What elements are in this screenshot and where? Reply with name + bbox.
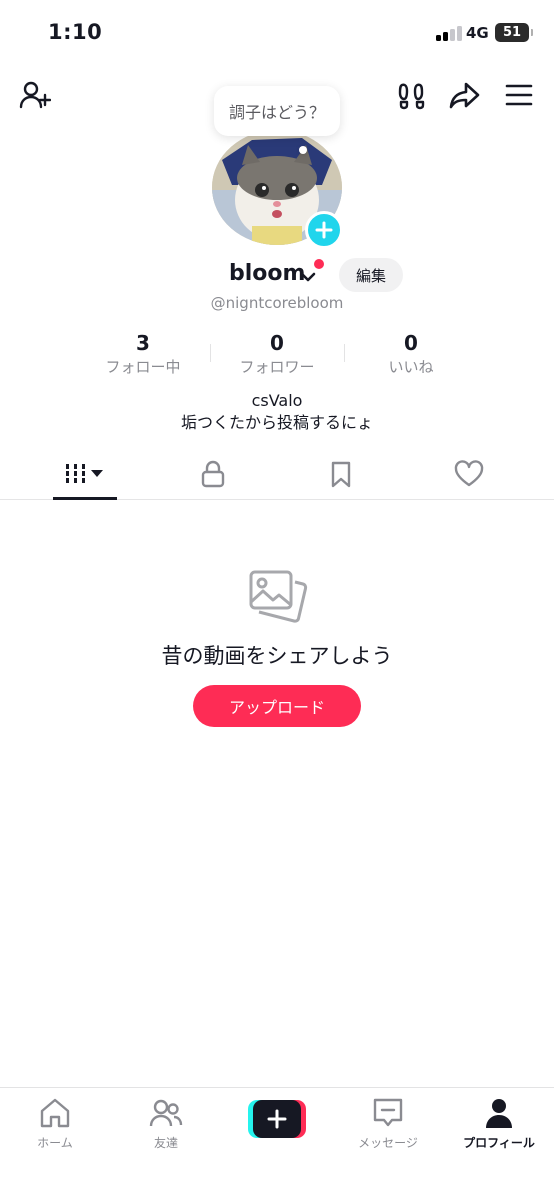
tab-videos[interactable] xyxy=(53,456,117,492)
profile-icon xyxy=(486,1099,512,1128)
stat-value: 0 xyxy=(404,331,418,355)
name-row: bloom 編集 xyxy=(0,258,554,294)
nav-messages[interactable]: メッセージ xyxy=(333,1096,443,1156)
footprints-icon[interactable] xyxy=(395,78,429,112)
nav-label: 友達 xyxy=(153,1136,178,1150)
nav-label: プロフィール xyxy=(463,1136,535,1150)
videos-grid-icon xyxy=(66,464,103,483)
photos-icon xyxy=(249,570,308,623)
stat-divider xyxy=(344,344,345,362)
add-friend-icon[interactable] xyxy=(18,78,52,112)
tab-liked[interactable] xyxy=(437,456,501,492)
nav-label: メッセージ xyxy=(358,1136,418,1150)
status-bubble[interactable]: 調子はどう？ xyxy=(214,86,340,136)
bubble-tail xyxy=(299,146,307,154)
heart-icon xyxy=(454,460,484,487)
bottom-nav: ホーム 友達 メッセージ プロフィール xyxy=(0,1087,554,1199)
status-time: 1:10 xyxy=(48,20,103,44)
status-bar: 1:10 4G 51 xyxy=(0,0,554,64)
tab-saved[interactable] xyxy=(309,456,373,492)
bio-line: 垢つくたから投稿するにょ xyxy=(180,413,373,432)
menu-icon[interactable] xyxy=(502,78,536,112)
nav-home[interactable]: ホーム xyxy=(0,1096,110,1156)
create-button[interactable] xyxy=(248,1100,306,1138)
share-icon[interactable] xyxy=(447,78,481,112)
chevron-down-icon[interactable] xyxy=(299,268,317,286)
stat-value: 3 xyxy=(136,331,150,355)
home-icon xyxy=(40,1098,70,1128)
profile-bio: csValo 垢つくたから投稿するにょ xyxy=(0,390,554,434)
stat-followers[interactable]: 0 フォロワー xyxy=(222,330,332,378)
message-icon xyxy=(373,1098,403,1127)
tab-private[interactable] xyxy=(181,456,245,492)
lock-icon xyxy=(201,460,225,488)
empty-state-title: 昔の動画をシェアしよう xyxy=(161,644,393,668)
stat-label: いいね xyxy=(388,358,434,376)
nav-friends[interactable]: 友達 xyxy=(111,1096,221,1156)
nav-label: ホーム xyxy=(37,1136,73,1150)
stat-value: 0 xyxy=(270,331,284,355)
bookmark-icon xyxy=(331,461,351,488)
nav-profile[interactable]: プロフィール xyxy=(444,1096,554,1156)
bio-line: csValo xyxy=(251,391,303,410)
username[interactable]: bloom xyxy=(229,261,305,286)
signal-icon xyxy=(436,26,462,41)
battery-icon: 51 xyxy=(495,23,533,42)
stat-divider xyxy=(210,344,211,362)
active-tab-indicator xyxy=(53,497,117,500)
add-avatar-button[interactable] xyxy=(305,211,343,249)
notification-dot xyxy=(314,259,324,269)
upload-button[interactable]: アップロード xyxy=(193,685,361,727)
friends-icon xyxy=(149,1099,183,1127)
stat-label: フォロワー xyxy=(239,358,315,376)
plus-icon xyxy=(267,1109,287,1129)
edit-profile-button[interactable]: 編集 xyxy=(339,258,403,292)
user-handle: @nigntcorebloom xyxy=(210,294,344,312)
profile-stats: 3 フォロー中 0 フォロワー 0 いいね xyxy=(0,330,554,380)
network-type: 4G xyxy=(466,24,489,42)
stat-label: フォロー中 xyxy=(105,358,181,376)
stat-following[interactable]: 3 フォロー中 xyxy=(88,330,198,378)
profile-tabs xyxy=(0,450,554,500)
stat-likes[interactable]: 0 いいね xyxy=(356,330,466,378)
